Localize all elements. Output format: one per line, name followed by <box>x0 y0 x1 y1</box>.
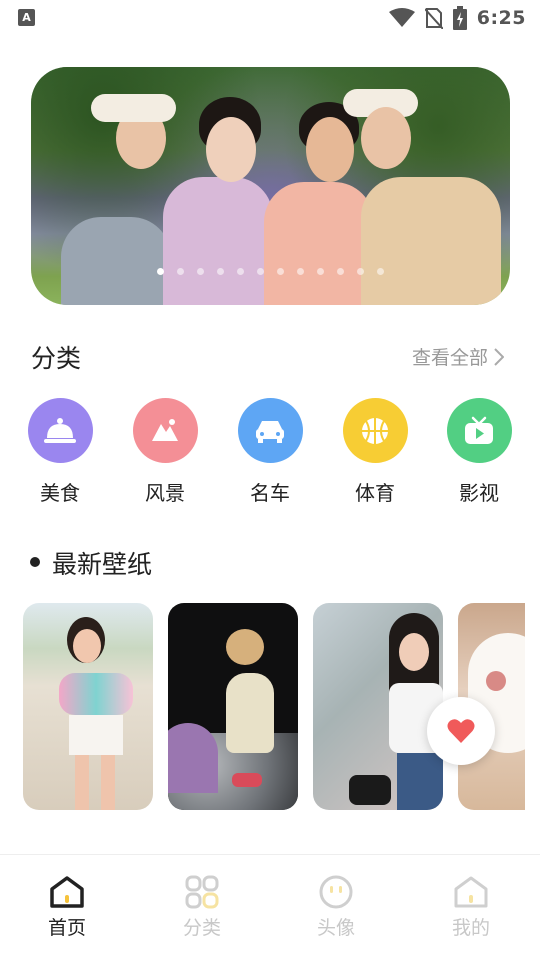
basketball-icon <box>342 398 408 463</box>
carousel-dot[interactable] <box>197 268 204 275</box>
wallpaper-thumbnail[interactable] <box>168 603 298 810</box>
carousel-dot[interactable] <box>157 268 164 275</box>
carousel-dot[interactable] <box>217 268 224 275</box>
chevron-right-icon <box>494 347 504 366</box>
nav-label: 我的 <box>451 917 490 939</box>
face-icon <box>319 875 353 909</box>
category-label: 影视 <box>459 481 499 505</box>
carousel-dot[interactable] <box>177 268 184 275</box>
status-icons: 6:25 <box>388 5 526 31</box>
nav-avatar[interactable]: 头像 <box>296 875 376 940</box>
bottom-navigation: 首页 分类 头像 我的 <box>0 854 540 960</box>
accessibility-a-icon: A <box>18 9 35 26</box>
carousel-dot[interactable] <box>357 268 364 275</box>
nav-home[interactable]: 首页 <box>27 875 107 940</box>
category-label: 风景 <box>145 481 185 505</box>
carousel-dot[interactable] <box>377 268 384 275</box>
carousel-indicator <box>31 268 510 275</box>
category-item-scenery[interactable]: 风景 <box>130 398 200 506</box>
nav-label: 头像 <box>316 917 355 939</box>
category-section-title: 分类 <box>31 344 82 373</box>
category-item-cars[interactable]: 名车 <box>235 398 305 506</box>
status-bar: A 6:25 <box>0 0 540 36</box>
carousel-dot[interactable] <box>237 268 244 275</box>
category-item-food[interactable]: 美食 <box>25 398 95 506</box>
category-item-sports[interactable]: 体育 <box>340 398 410 506</box>
category-label: 体育 <box>355 481 395 505</box>
banner-carousel[interactable] <box>31 67 510 305</box>
wifi-icon <box>388 8 415 27</box>
carousel-dot[interactable] <box>257 268 264 275</box>
wallpaper-thumbnail[interactable] <box>313 603 443 810</box>
food-cloche-icon <box>27 398 93 463</box>
section-bullet <box>30 557 40 567</box>
nav-label: 分类 <box>182 917 221 939</box>
profile-home-icon <box>454 876 488 908</box>
nav-category[interactable]: 分类 <box>162 875 242 940</box>
category-label: 名车 <box>250 481 290 505</box>
heart-icon <box>447 719 475 743</box>
nav-label: 首页 <box>47 917 86 939</box>
home-icon <box>50 876 84 908</box>
clock: 6:25 <box>476 7 526 29</box>
wallpaper-thumbnail[interactable] <box>23 603 153 810</box>
carousel-dot[interactable] <box>297 268 304 275</box>
carousel-dot[interactable] <box>317 268 324 275</box>
favorite-button[interactable] <box>427 697 495 765</box>
carousel-dot[interactable] <box>337 268 344 275</box>
latest-section-title: 最新壁纸 <box>52 550 153 579</box>
tv-play-icon <box>446 398 512 463</box>
see-all-link[interactable]: 查看全部 <box>412 343 504 370</box>
see-all-label: 查看全部 <box>411 347 488 369</box>
nav-mine[interactable]: 我的 <box>431 875 511 940</box>
category-item-movies[interactable]: 影视 <box>444 398 514 506</box>
category-label: 美食 <box>40 481 80 505</box>
no-sim-icon <box>424 8 443 29</box>
carousel-dot[interactable] <box>277 268 284 275</box>
car-icon <box>237 398 303 463</box>
battery-charging-icon <box>452 6 467 30</box>
mountain-icon <box>132 398 198 463</box>
grid-icon <box>185 875 219 909</box>
